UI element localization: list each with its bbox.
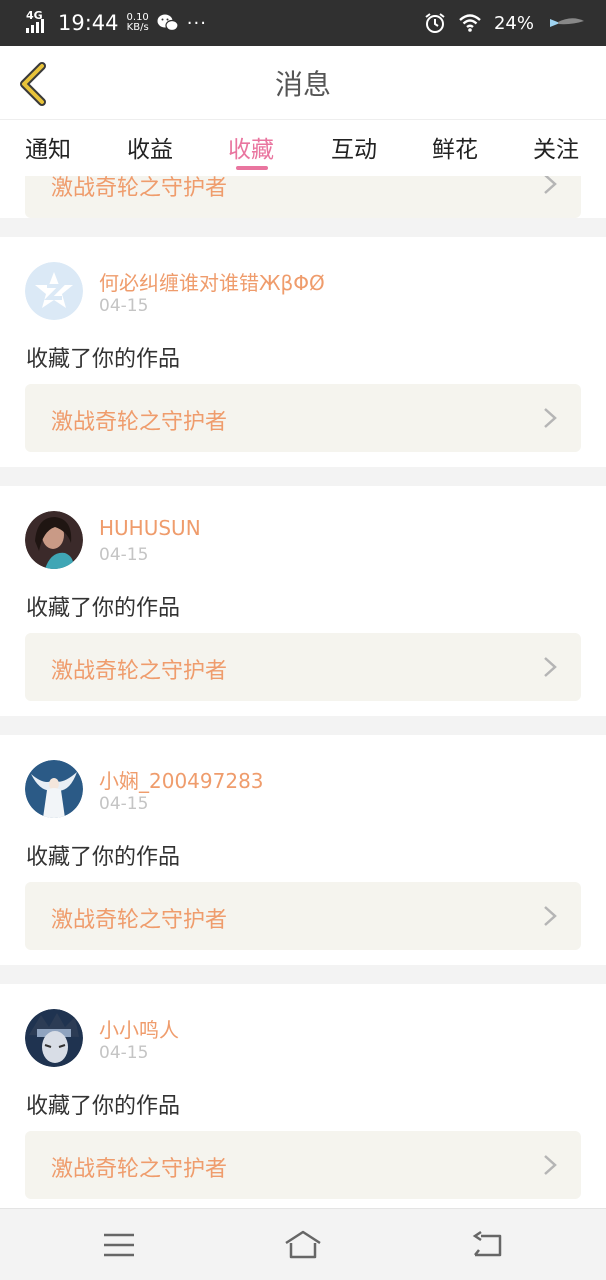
- page-title: 消息: [274, 67, 331, 101]
- tab-flowers[interactable]: 鲜花: [432, 130, 478, 164]
- work-title: 激战奇轮之守护者: [51, 176, 228, 201]
- chevron-right-icon: [544, 906, 557, 926]
- timestamp: 04-15: [99, 1043, 149, 1063]
- list-item: 何必纠缠谁对谁错ЖβΦØ 04-15 收藏了你的作品 激战奇轮之守护者: [0, 237, 606, 467]
- list-item: 小娴_200497283 04-15 收藏了你的作品 激战奇轮之守护者: [0, 735, 606, 965]
- chevron-right-icon: [544, 176, 557, 194]
- list-item: 激战奇轮之守护者: [0, 176, 606, 218]
- top-app-bar: 消息: [0, 46, 606, 120]
- back-icon[interactable]: [467, 1227, 507, 1263]
- work-link[interactable]: 激战奇轮之守护者: [25, 882, 581, 950]
- work-title: 激战奇轮之守护者: [51, 1157, 228, 1182]
- activity-text: 收藏了你的作品: [26, 1094, 181, 1119]
- username[interactable]: 小小鸣人: [99, 1014, 179, 1043]
- system-navigation-bar: [0, 1208, 606, 1280]
- timestamp: 04-15: [99, 545, 149, 565]
- chevron-right-icon: [544, 1155, 557, 1175]
- avatar[interactable]: [25, 760, 83, 818]
- timestamp: 04-15: [99, 296, 149, 316]
- more-notifications-icon: ···: [186, 12, 207, 34]
- work-title: 激战奇轮之守护者: [51, 908, 228, 933]
- timestamp: 04-15: [99, 794, 149, 814]
- tab-notifications[interactable]: 通知: [25, 130, 71, 164]
- username[interactable]: HUHUSUN: [99, 516, 201, 540]
- work-link[interactable]: 激战奇轮之守护者: [25, 1131, 581, 1199]
- tab-interactions[interactable]: 互动: [331, 130, 377, 164]
- avatar[interactable]: [25, 1009, 83, 1067]
- chevron-right-icon: [544, 657, 557, 677]
- work-link[interactable]: 激战奇轮之守护者: [25, 176, 581, 218]
- work-link[interactable]: 激战奇轮之守护者: [25, 384, 581, 452]
- wifi-icon: [459, 14, 481, 32]
- network-speed: 0.10 KB/s: [126, 12, 149, 33]
- list-item: HUHUSUN 04-15 收藏了你的作品 激战奇轮之守护者: [0, 486, 606, 716]
- tab-bar: 通知 收益 收藏 互动 鲜花 关注: [0, 120, 606, 176]
- menu-icon[interactable]: [99, 1227, 139, 1263]
- avatar[interactable]: [25, 511, 83, 569]
- favorites-list[interactable]: 激战奇轮之守护者 何必纠缠谁对谁错ЖβΦØ 04-15 收藏了你的作品 激战奇轮…: [0, 176, 606, 1208]
- tab-favorites[interactable]: 收藏: [228, 130, 274, 164]
- activity-text: 收藏了你的作品: [26, 347, 181, 372]
- battery-level: 24%: [493, 12, 534, 34]
- tab-earnings[interactable]: 收益: [127, 130, 173, 164]
- work-link[interactable]: 激战奇轮之守护者: [25, 633, 581, 701]
- tab-following[interactable]: 关注: [533, 130, 579, 164]
- username[interactable]: 何必纠缠谁对谁错ЖβΦØ: [99, 267, 325, 296]
- work-title: 激战奇轮之守护者: [51, 410, 228, 435]
- list-item: 小小鸣人 04-15 收藏了你的作品 激战奇轮之守护者: [0, 984, 606, 1208]
- home-icon[interactable]: [283, 1227, 323, 1263]
- activity-text: 收藏了你的作品: [26, 845, 181, 870]
- wechat-icon: [157, 14, 179, 32]
- clock: 19:44: [58, 11, 119, 35]
- chevron-right-icon: [544, 408, 557, 428]
- alarm-icon: [425, 13, 445, 33]
- signal-icon: 4G: [24, 9, 50, 35]
- status-bar: 4G 19:44 0.10 KB/s ··· 24%: [0, 0, 606, 46]
- active-tab-indicator: [236, 166, 268, 170]
- battery-icon: [550, 18, 584, 27]
- back-arrow-icon[interactable]: [16, 62, 50, 106]
- username[interactable]: 小娴_200497283: [99, 765, 264, 794]
- activity-text: 收藏了你的作品: [26, 596, 181, 621]
- avatar[interactable]: [25, 262, 83, 320]
- work-title: 激战奇轮之守护者: [51, 659, 228, 684]
